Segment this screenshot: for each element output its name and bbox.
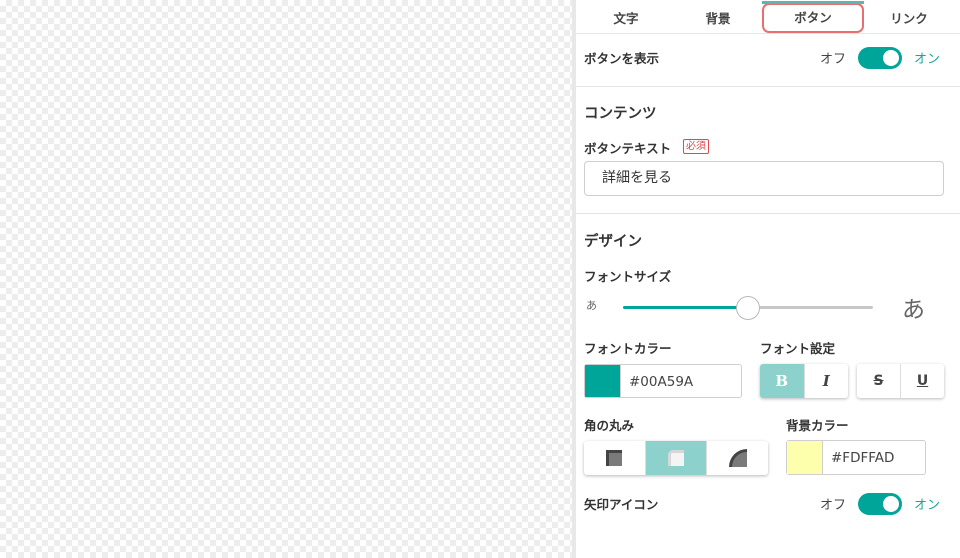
- arrow-icon-label: 矢印アイコン: [584, 497, 659, 512]
- font-color-picker[interactable]: #00A59A: [584, 364, 742, 398]
- contents-heading: コンテンツ: [584, 106, 657, 122]
- font-color-label: フォントカラー: [584, 341, 672, 356]
- corner-round-button[interactable]: [707, 441, 768, 475]
- arrow-icon-toggle[interactable]: [858, 493, 902, 515]
- font-size-slider-handle[interactable]: [736, 296, 760, 320]
- tab-link[interactable]: リンク: [870, 8, 948, 30]
- font-size-label: フォントサイズ: [584, 269, 672, 284]
- font-color-value: #00A59A: [629, 374, 694, 390]
- show-button-label: ボタンを表示: [584, 51, 660, 66]
- tab-button[interactable]: ボタン: [762, 1, 864, 33]
- button-text-input[interactable]: 詳細を見る: [584, 161, 944, 196]
- bold-button[interactable]: B: [760, 364, 805, 398]
- italic-icon: I: [822, 372, 830, 390]
- arrow-icon-off-label: オフ: [820, 498, 847, 513]
- toggle-knob: [883, 496, 899, 512]
- preview-canvas: [0, 0, 572, 558]
- strike-underline-group: S U: [857, 364, 944, 398]
- strikethrough-icon: S: [873, 373, 884, 389]
- tab-background[interactable]: 背景: [680, 8, 756, 30]
- design-heading: デザイン: [584, 234, 642, 250]
- divider: [576, 86, 960, 87]
- show-button-on-label: オン: [914, 52, 941, 67]
- required-badge: 必須: [683, 139, 709, 154]
- font-color-swatch[interactable]: [585, 365, 621, 397]
- underline-icon: U: [916, 373, 929, 389]
- bg-color-value: #FDFFAD: [831, 450, 895, 466]
- tab-bar: 文字 背景 ボタン リンク: [576, 0, 960, 34]
- rounded-corner-icon: [668, 450, 684, 466]
- round-corner-icon: [728, 449, 747, 467]
- corner-radius-label: 角の丸み: [584, 418, 635, 433]
- font-size-small-glyph: あ: [586, 299, 597, 312]
- font-settings-label: フォント設定: [760, 341, 836, 356]
- toggle-knob: [883, 50, 899, 66]
- bg-color-swatch[interactable]: [787, 441, 823, 474]
- font-size-slider-fill: [623, 306, 748, 309]
- show-button-off-label: オフ: [820, 52, 847, 67]
- bg-color-label: 背景カラー: [786, 418, 849, 433]
- bg-color-picker[interactable]: #FDFFAD: [786, 440, 926, 475]
- italic-button[interactable]: I: [805, 364, 849, 398]
- corner-radius-group: [584, 441, 768, 475]
- tab-text[interactable]: 文字: [588, 8, 664, 30]
- button-text-label: ボタンテキスト: [584, 141, 672, 156]
- settings-panel: 文字 背景 ボタン リンク ボタンを表示 オフ オン コンテンツ ボタンテキスト…: [572, 0, 960, 558]
- corner-square-button[interactable]: [584, 441, 646, 475]
- show-button-toggle[interactable]: [858, 47, 902, 69]
- underline-button[interactable]: U: [901, 364, 944, 398]
- bold-icon: B: [775, 372, 789, 390]
- corner-rounded-button[interactable]: [645, 441, 708, 475]
- bold-italic-group: B I: [760, 364, 848, 398]
- arrow-icon-on-label: オン: [914, 498, 941, 513]
- square-corner-icon: [606, 450, 623, 466]
- font-size-large-glyph: あ: [902, 297, 925, 323]
- divider: [576, 213, 960, 214]
- strikethrough-button[interactable]: S: [857, 364, 901, 398]
